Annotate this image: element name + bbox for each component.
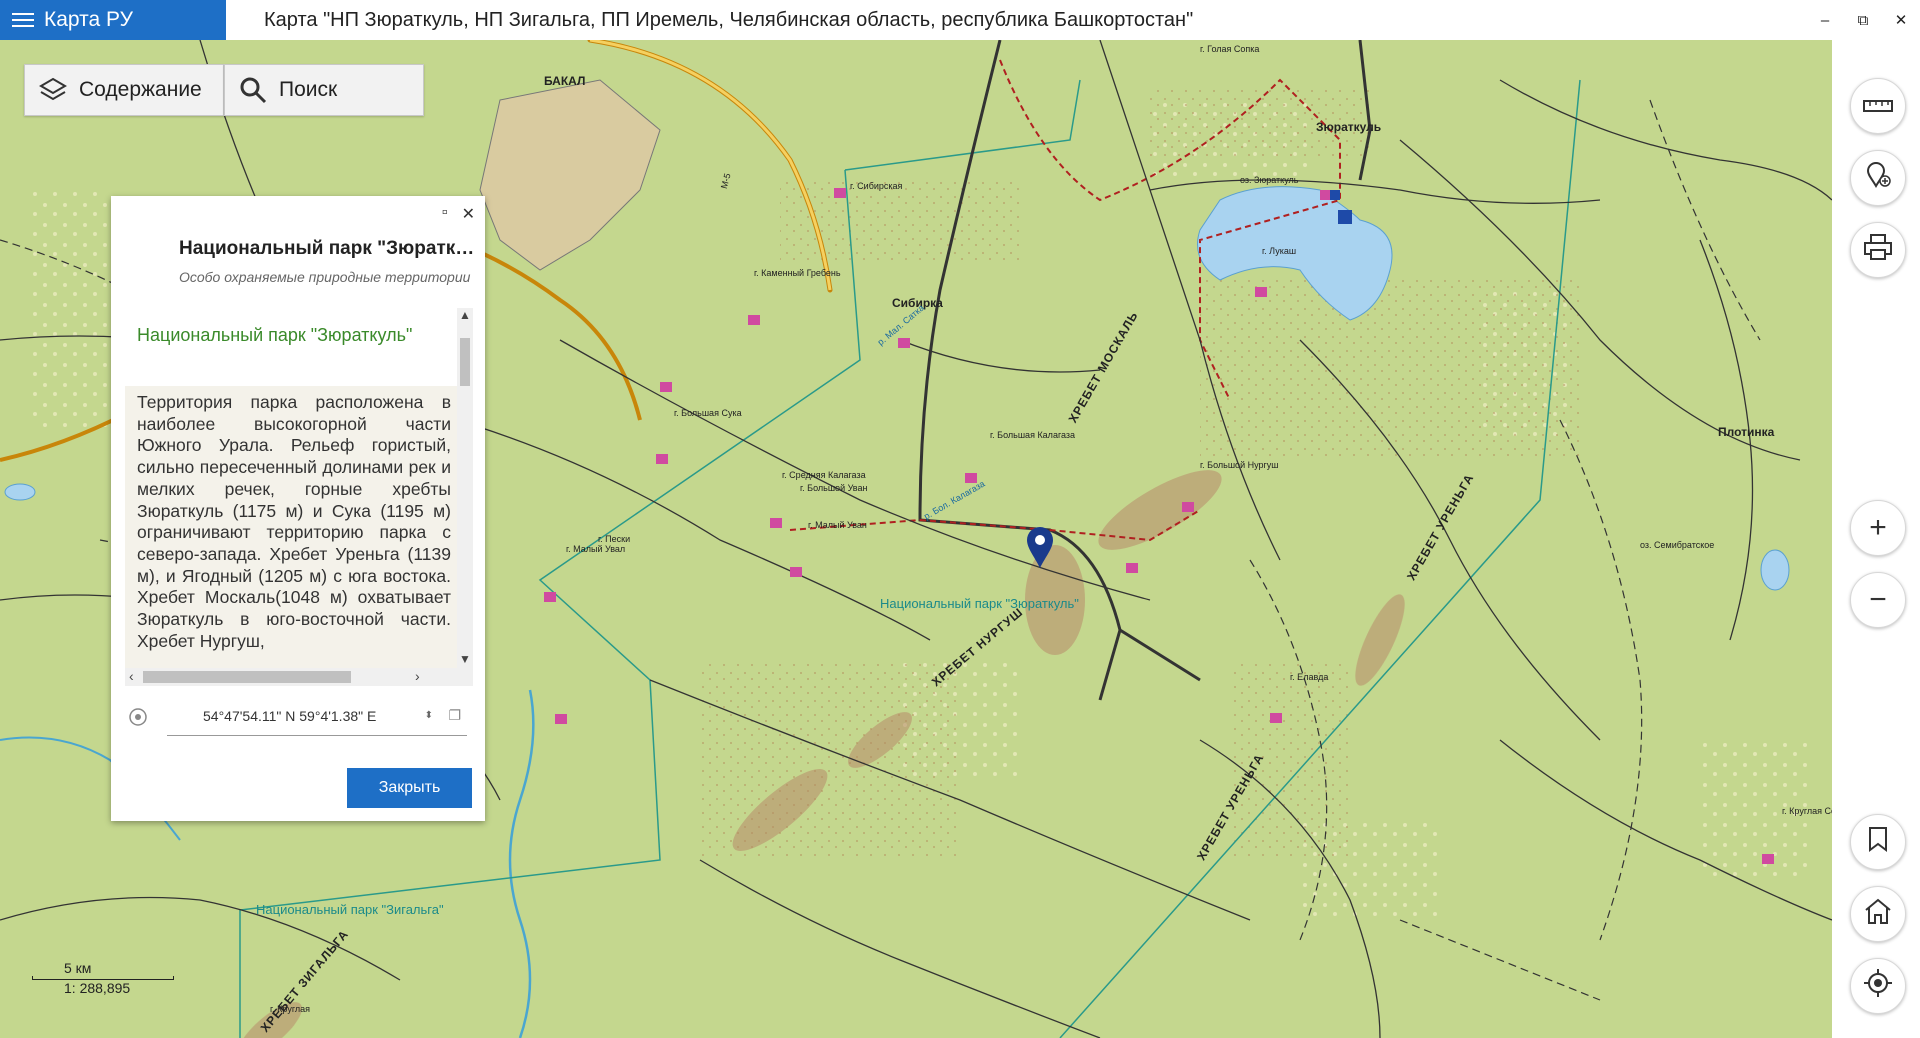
zoom-out-button[interactable]: − bbox=[1850, 572, 1906, 628]
ruler-icon bbox=[1863, 92, 1893, 120]
panel-header-buttons: ▫ ✕ bbox=[442, 204, 475, 224]
print-button[interactable] bbox=[1850, 222, 1906, 278]
description-box: Территория парка расположена в наиболее … bbox=[125, 386, 461, 668]
right-toolbar: + − bbox=[1832, 40, 1920, 1038]
vertical-scroll-thumb[interactable] bbox=[460, 338, 470, 386]
scale-distance: 5 км bbox=[64, 960, 92, 976]
add-place-icon bbox=[1864, 161, 1892, 196]
contents-label: Содержание bbox=[79, 78, 202, 101]
close-window-button[interactable]: ✕ bbox=[1882, 0, 1920, 40]
print-icon bbox=[1863, 233, 1893, 268]
map-label-oz-zuratkul: оз. Зюраткуль bbox=[1240, 175, 1299, 185]
home-icon bbox=[1863, 897, 1893, 932]
horizontal-scrollbar[interactable]: ‹ › bbox=[125, 668, 473, 686]
map-label-park-zigalga: Национальный парк "Зигальга" bbox=[256, 902, 444, 917]
search-button[interactable]: Поиск bbox=[224, 64, 424, 116]
maximize-panel-icon[interactable]: ▫ bbox=[442, 204, 448, 224]
map-label-bakal: БАКАЛ bbox=[544, 74, 586, 88]
map-label-kamenny-greben: г. Каменный Гребень bbox=[754, 268, 841, 278]
map-label-plotinka: Плотинка bbox=[1718, 425, 1775, 439]
map-label-maly-uvan: г. Малый Уван bbox=[808, 520, 867, 530]
scroll-left-icon[interactable]: ‹ bbox=[129, 668, 134, 684]
map-label-bolshaya-kalagaza: г. Большая Калагаза bbox=[990, 430, 1076, 440]
scroll-down-icon[interactable]: ▼ bbox=[457, 652, 473, 666]
map-label-lukash: г. Лукаш bbox=[1262, 246, 1297, 256]
panel-content-area[interactable]: Национальный парк "Зюраткуль" Территория… bbox=[125, 308, 473, 686]
close-button[interactable]: Закрыть bbox=[347, 768, 472, 808]
map-label-kruglaya-sopka: г. Круглая Сопка bbox=[1782, 806, 1832, 816]
target-icon[interactable] bbox=[127, 706, 149, 733]
minus-icon: − bbox=[1869, 583, 1887, 616]
window-controls: – ⧉ ✕ bbox=[1806, 0, 1920, 40]
coordinate-value: 54°47'54.11" N 59°4'1.38" E bbox=[203, 707, 377, 724]
coordinate-field[interactable]: 54°47'54.11" N 59°4'1.38" E ⬍ ❐ bbox=[167, 696, 467, 736]
scroll-right-icon[interactable]: › bbox=[415, 668, 420, 684]
locate-icon bbox=[1863, 968, 1893, 1005]
horizontal-scroll-thumb[interactable] bbox=[143, 671, 351, 683]
info-panel: ▫ ✕ Национальный парк "Зюраткуль" Особо … bbox=[111, 196, 485, 821]
map-label-elavda: г. Елавда bbox=[1290, 672, 1329, 682]
map-label-bolshaya-suka: г. Большая Сука bbox=[674, 408, 742, 418]
map-label-bolshoy-nurgush: г. Большой Нургуш bbox=[1200, 460, 1279, 470]
feature-name: Национальный парк "Зюраткуль" bbox=[137, 325, 413, 345]
coordinate-row: 54°47'54.11" N 59°4'1.38" E ⬍ ❐ bbox=[125, 696, 475, 736]
description-text: Территория парка расположена в наиболее … bbox=[137, 392, 451, 651]
locate-button[interactable] bbox=[1850, 958, 1906, 1014]
top-toolbar: Содержание Поиск bbox=[24, 64, 424, 116]
app-name: Карта РУ bbox=[44, 8, 133, 31]
scroll-up-icon[interactable]: ▲ bbox=[457, 308, 473, 322]
map-scale: 5 км 1: 288,895 bbox=[30, 960, 174, 996]
title-bar: Карта РУ Карта "НП Зюраткуль, НП Зигальг… bbox=[0, 0, 1920, 40]
close-panel-icon[interactable]: ✕ bbox=[462, 204, 475, 224]
plus-icon: + bbox=[1869, 511, 1887, 544]
map-label-golaya-sopka: г. Голая Сопка bbox=[1200, 44, 1260, 54]
map-label-zuratkul: Зюраткуль bbox=[1316, 120, 1382, 134]
map-label-sibirskaya: г. Сибирская bbox=[850, 181, 903, 191]
scale-ratio: 1: 288,895 bbox=[64, 980, 131, 996]
sort-arrows-icon[interactable]: ⬍ bbox=[425, 710, 433, 721]
copy-icon[interactable]: ❐ bbox=[448, 707, 461, 724]
vertical-scrollbar[interactable]: ▲ ▼ bbox=[457, 308, 473, 668]
search-icon bbox=[239, 76, 267, 104]
ruler-button[interactable] bbox=[1850, 78, 1906, 134]
search-label: Поиск bbox=[279, 78, 338, 101]
map-label-oz-semibratskoe: оз. Семибратское bbox=[1640, 540, 1715, 550]
hamburger-icon bbox=[12, 9, 34, 31]
app-menu-button[interactable]: Карта РУ bbox=[0, 0, 226, 40]
bookmark-button[interactable] bbox=[1850, 814, 1906, 870]
add-place-button[interactable] bbox=[1850, 150, 1906, 206]
contents-button[interactable]: Содержание bbox=[24, 64, 224, 116]
map-label-maly-uval: г. Малый Увал bbox=[566, 544, 626, 554]
panel-subtitle: Особо охраняемые природные территории bbox=[179, 269, 471, 285]
layers-icon bbox=[39, 77, 67, 103]
home-button[interactable] bbox=[1850, 886, 1906, 942]
map-label-bolshoy-uvan: г. Большой Уван bbox=[800, 483, 868, 493]
minimize-button[interactable]: – bbox=[1806, 0, 1844, 40]
window-title: Карта "НП Зюраткуль, НП Зигальга, ПП Ире… bbox=[264, 8, 1194, 31]
panel-title: Национальный парк "Зюраткуль" bbox=[179, 238, 477, 259]
zoom-in-button[interactable]: + bbox=[1850, 500, 1906, 556]
app-window: Карта РУ Карта "НП Зюраткуль, НП Зигальг… bbox=[0, 0, 1920, 1038]
map-label-srednyaya-kalagaza: г. Средняя Калагаза bbox=[782, 470, 866, 480]
map-label-park-zuratkul: Национальный парк "Зюраткуль" bbox=[880, 596, 1079, 611]
map-label-peski: г. Пески bbox=[598, 534, 631, 544]
restore-button[interactable]: ⧉ bbox=[1844, 0, 1882, 40]
bookmark-icon bbox=[1868, 826, 1888, 859]
